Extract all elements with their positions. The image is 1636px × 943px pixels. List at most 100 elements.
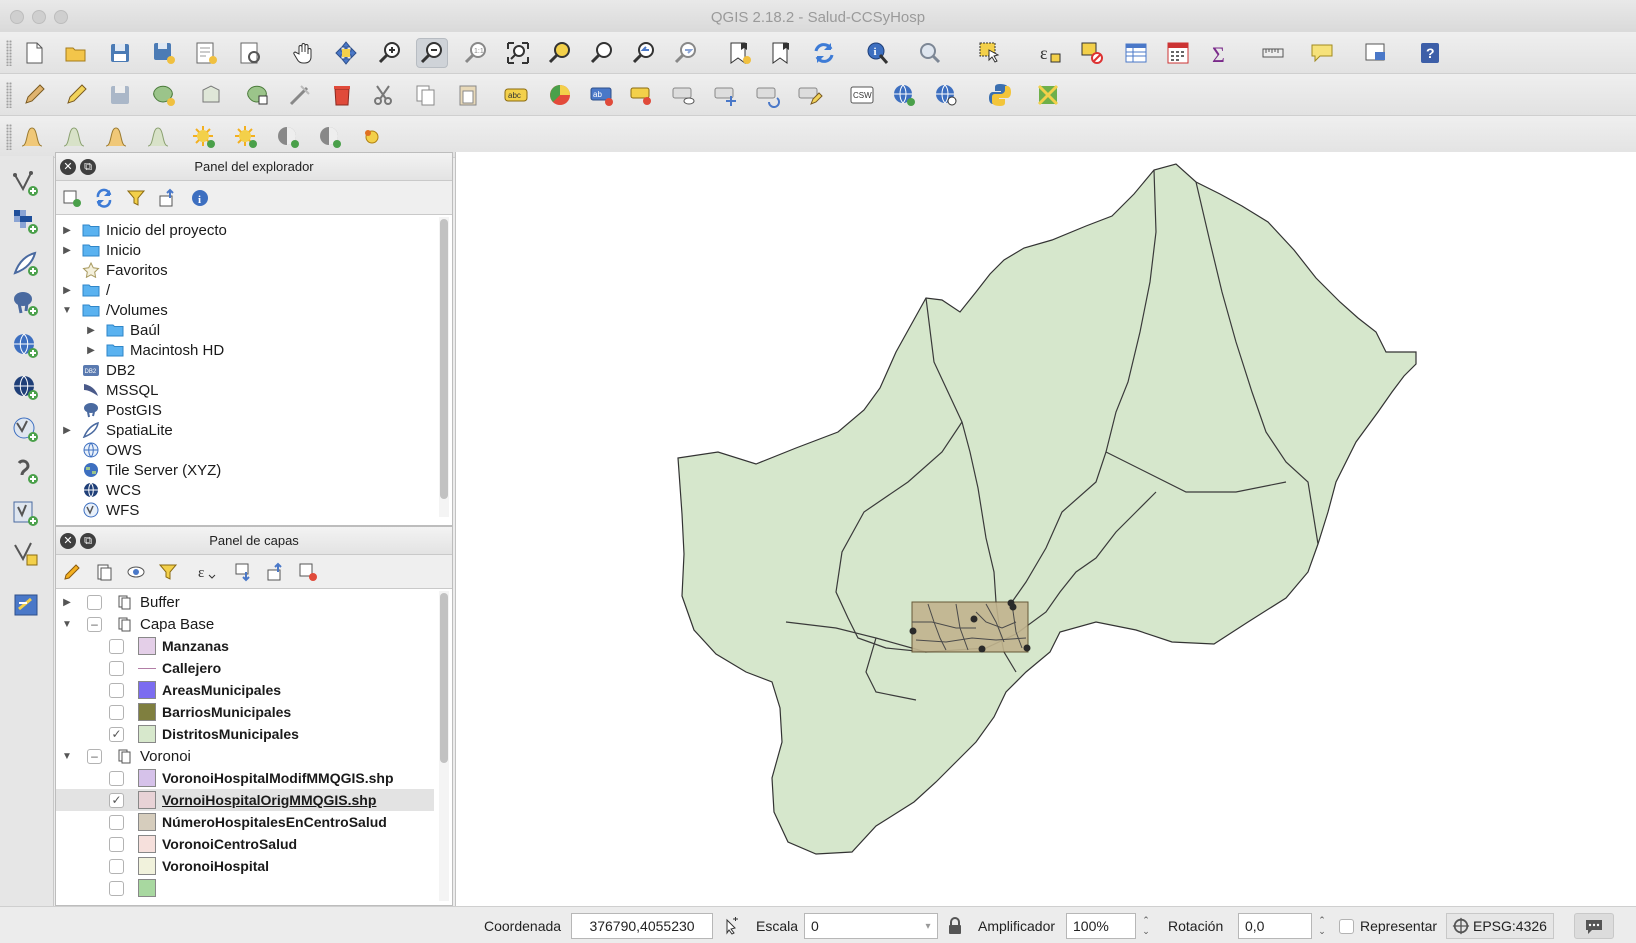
layer-item-voronoi-hospital-modif-mmqgis[interactable]: VoronoiHospitalModifMMQGIS.shp — [56, 767, 434, 789]
zoom-out-icon[interactable] — [416, 38, 448, 68]
refresh-icon[interactable] — [808, 38, 840, 68]
layer-visibility-checkbox[interactable] — [87, 594, 102, 610]
move-feature-icon[interactable] — [196, 80, 228, 110]
new-project-icon[interactable] — [18, 38, 50, 68]
add-raster-layer-icon[interactable] — [6, 204, 46, 240]
hospital-point[interactable] — [1009, 603, 1017, 611]
zoom-next-icon[interactable] — [670, 38, 702, 68]
annotation-icon[interactable] — [1306, 38, 1338, 68]
node-tool-icon[interactable] — [242, 80, 274, 110]
filter-by-expression-icon[interactable]: ε — [194, 560, 218, 584]
attribute-table-icon[interactable] — [1120, 38, 1152, 68]
tree-item-spatialite[interactable]: ▶ SpatiaLite — [56, 419, 434, 441]
add-wms-layer-icon[interactable] — [6, 328, 46, 364]
tree-item-wcs[interactable]: WCS — [56, 479, 434, 501]
tree-item-ows[interactable]: OWS — [56, 439, 434, 461]
layer-visibility-checkbox[interactable] — [109, 880, 124, 896]
magnifier-stepper-icon[interactable]: ⌃ ⌄ — [1138, 913, 1154, 939]
full-cumulative-icon[interactable] — [142, 122, 174, 152]
toggle-extents-mouse-icon[interactable] — [718, 913, 744, 939]
layer-visibility-checkbox[interactable] — [109, 858, 124, 874]
tree-item-postgis[interactable]: PostGIS — [56, 399, 434, 421]
layer-item-vornoi-hospital-orig-mmqgis-selected[interactable]: ✓ VornoiHospitalOrigMMQGIS.shp — [56, 789, 434, 811]
render-checkbox[interactable] — [1339, 919, 1354, 934]
rotate-label-icon[interactable] — [752, 80, 784, 110]
layer-visibility-checkbox[interactable]: – — [87, 616, 102, 632]
diagram-properties-icon[interactable] — [544, 80, 576, 110]
change-label-icon[interactable] — [794, 80, 826, 110]
expand-all-icon[interactable] — [232, 560, 256, 584]
help-icon[interactable]: ? — [1414, 38, 1446, 68]
layer-visibility-checkbox[interactable] — [109, 770, 124, 786]
expand-arrow-icon[interactable]: ▶ — [61, 425, 73, 436]
show-hide-labels-icon[interactable] — [668, 80, 700, 110]
map-canvas[interactable] — [455, 152, 1636, 906]
zoom-to-selection-icon[interactable] — [544, 38, 576, 68]
coordinate-field[interactable]: 376790,4055230 — [571, 913, 713, 939]
layer-item-partial[interactable] — [56, 877, 434, 899]
add-wcs-layer-icon[interactable] — [6, 370, 46, 406]
layer-item-voronoi-hospital[interactable]: VoronoiHospital — [56, 855, 434, 877]
layer-group-buffer[interactable]: ▶ Buffer — [56, 591, 434, 613]
zoom-in-icon[interactable] — [374, 38, 406, 68]
layer-visibility-checkbox[interactable] — [109, 638, 124, 654]
layer-group-voronoi[interactable]: ▼ – Voronoi — [56, 745, 434, 767]
hospital-point[interactable] — [970, 615, 978, 623]
tree-item-wfs[interactable]: WFS — [56, 499, 434, 519]
zoom-full-icon[interactable] — [502, 38, 534, 68]
select-features-icon[interactable] — [974, 38, 1006, 68]
pan-icon[interactable] — [288, 38, 320, 68]
add-spatialite-layer-icon[interactable] — [6, 246, 46, 282]
paste-features-icon[interactable] — [452, 80, 484, 110]
layer-visibility-checkbox[interactable] — [109, 814, 124, 830]
filter-icon[interactable] — [156, 560, 180, 584]
hospital-point[interactable] — [978, 645, 986, 653]
gps-tools-icon[interactable] — [356, 122, 388, 152]
expand-arrow-icon[interactable]: ▶ — [61, 225, 73, 236]
new-bookmark-icon[interactable] — [724, 38, 756, 68]
add-delimited-text-icon[interactable] — [6, 454, 46, 490]
decrease-contrast-icon[interactable] — [314, 122, 346, 152]
remove-layer-icon[interactable] — [296, 560, 320, 584]
csw-icon[interactable]: CSW — [846, 80, 878, 110]
layer-item-voronoi-centro-salud[interactable]: VoronoiCentroSalud — [56, 833, 434, 855]
select-by-expression-icon[interactable]: ε — [1034, 38, 1066, 68]
layer-item-manzanas[interactable]: Manzanas — [56, 635, 434, 657]
expand-arrow-icon[interactable]: ▶ — [61, 597, 73, 608]
composer-manager-icon[interactable] — [234, 38, 266, 68]
hospital-point[interactable] — [909, 627, 917, 635]
layer-item-callejero[interactable]: Callejero — [56, 657, 434, 679]
field-calculator-icon[interactable] — [1162, 38, 1194, 68]
add-postgis-layer-icon[interactable] — [6, 286, 46, 322]
layer-item-distritos-municipales[interactable]: ✓ DistritosMunicipales — [56, 723, 434, 745]
explorer-scrollbar-thumb[interactable] — [440, 219, 448, 499]
current-edits-icon[interactable] — [18, 80, 50, 110]
toggle-editing-icon[interactable] — [60, 80, 92, 110]
identify-icon[interactable]: i — [862, 38, 894, 68]
save-as-icon[interactable] — [148, 38, 180, 68]
tree-item-baul[interactable]: ▶ Baúl — [56, 319, 434, 341]
rotation-stepper-icon[interactable]: ⌃ ⌄ — [1314, 913, 1330, 939]
zoom-native-icon[interactable]: 1:1 — [460, 38, 492, 68]
zoom-last-icon[interactable] — [628, 38, 660, 68]
explorer-scrollbar[interactable] — [439, 217, 449, 517]
add-wfs-layer-icon[interactable] — [6, 412, 46, 448]
tree-item-inicio-proyecto[interactable]: ▶ Inicio del proyecto — [56, 219, 434, 241]
expand-arrow-icon[interactable]: ▶ — [61, 245, 73, 256]
open-project-icon[interactable] — [60, 38, 92, 68]
layer-visibility-checkbox[interactable]: ✓ — [109, 792, 124, 808]
collapse-arrow-icon[interactable]: ▼ — [61, 305, 73, 316]
expand-arrow-icon[interactable]: ▶ — [85, 325, 97, 336]
add-feature-icon[interactable] — [148, 80, 180, 110]
tree-item-root[interactable]: ▶ / — [56, 279, 434, 301]
layer-visibility-checkbox[interactable] — [109, 682, 124, 698]
layer-group-capa-base[interactable]: ▼ – Capa Base — [56, 613, 434, 635]
expand-arrow-icon[interactable]: ▶ — [61, 285, 73, 296]
tree-item-db2[interactable]: DB2 DB2 — [56, 359, 434, 381]
add-vector-layer-icon[interactable] — [6, 166, 46, 202]
zoom-to-layer-icon[interactable] — [586, 38, 618, 68]
new-print-composer-icon[interactable] — [190, 38, 222, 68]
lock-scale-icon[interactable] — [942, 913, 968, 939]
magnifier-spinbox[interactable]: 100% — [1066, 913, 1136, 939]
geocode-icon[interactable] — [930, 80, 962, 110]
